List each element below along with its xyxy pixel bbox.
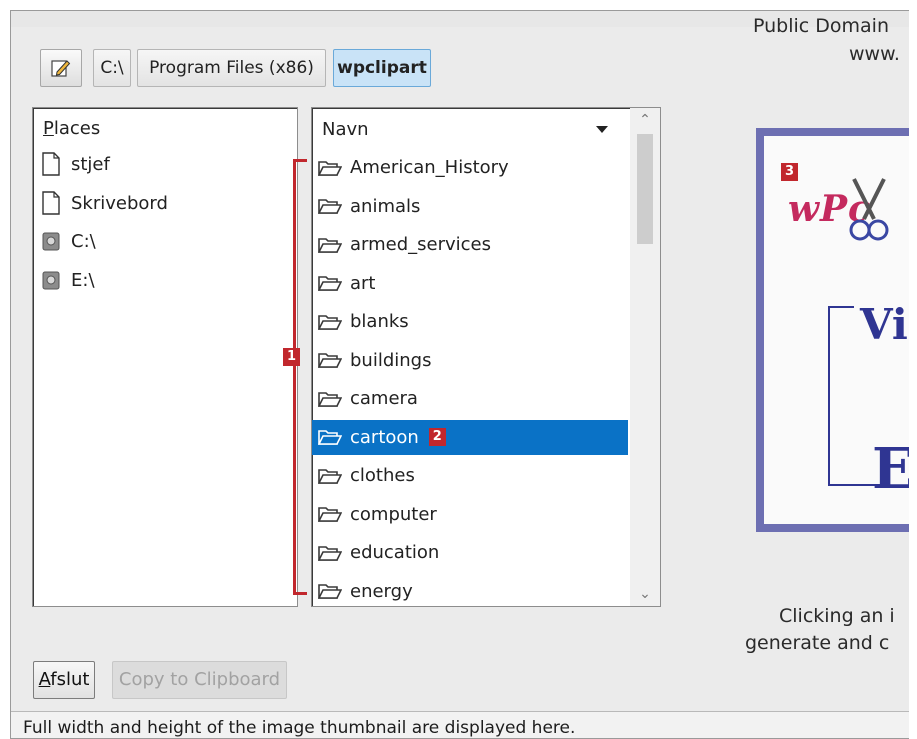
folder-label: clothes <box>350 465 415 486</box>
thumbnail-text-e: E <box>872 436 909 502</box>
folder-icon <box>318 584 342 599</box>
folder-label: camera <box>350 388 418 409</box>
folder-label: computer <box>350 503 437 525</box>
folder-label: cartoon <box>350 426 419 448</box>
folder-label: armed_services <box>350 234 492 255</box>
scroll-down-icon[interactable]: ⌄ <box>630 582 660 606</box>
thumbnail-line <box>828 306 854 308</box>
folder-label: education <box>350 542 440 563</box>
breadcrumb-wpclipart[interactable]: wpclipart <box>333 49 431 87</box>
annotation-badge-2: 2 <box>428 428 446 446</box>
annotation-bracket <box>293 159 307 595</box>
folder-icon <box>318 430 342 445</box>
preview-hint-line1: Clicking an i <box>779 605 895 627</box>
folder-icon <box>318 276 342 291</box>
document-icon <box>41 152 61 176</box>
breadcrumb-program-files[interactable]: Program Files (x86) <box>137 49 326 87</box>
status-text: Full width and height of the image thumb… <box>23 718 576 738</box>
folder-icon <box>318 545 342 561</box>
place-item-skrivebord[interactable]: Skrivebord <box>41 188 168 218</box>
preview-caption-line2: www. <box>849 43 900 65</box>
annotation-badge-1: 1 <box>283 348 300 366</box>
folder-row[interactable]: cartoon 2 <box>312 419 628 455</box>
thumbnail-text-vi: Vi <box>860 300 908 349</box>
folder-row[interactable]: American_History <box>312 150 628 185</box>
places-panel: Places stjef Skrivebord C:\ E:\ <box>32 107 298 607</box>
folder-row[interactable]: blanks <box>312 304 628 339</box>
pencil-edit-icon <box>51 60 71 77</box>
folder-icon <box>318 353 342 368</box>
folder-row[interactable]: buildings <box>312 343 628 378</box>
folder-row[interactable]: animals <box>312 189 628 224</box>
folder-icon <box>318 391 342 407</box>
place-item-c-drive[interactable]: C:\ <box>41 226 96 256</box>
folder-icon <box>318 507 342 522</box>
folder-label: art <box>350 272 376 294</box>
folder-label: animals <box>350 195 421 217</box>
folder-row[interactable]: armed_services <box>312 227 628 262</box>
sort-dropdown-icon[interactable] <box>596 126 608 133</box>
edit-path-button[interactable] <box>40 49 82 87</box>
app-window: C:\ Program Files (x86) wpclipart Places… <box>10 10 910 739</box>
scroll-up-icon[interactable]: ⌃ <box>630 108 660 132</box>
folder-row[interactable]: clothes <box>312 458 628 493</box>
scroll-thumb[interactable] <box>637 134 653 244</box>
folder-label: energy <box>350 580 413 602</box>
status-bar: Full width and height of the image thumb… <box>11 711 909 738</box>
folder-list-panel: Navn American_Historyanimals armed_servic… <box>311 107 661 607</box>
folder-label: American_History <box>350 157 509 178</box>
place-item-e-drive[interactable]: E:\ <box>41 265 95 295</box>
thumbnail-line <box>828 306 830 486</box>
folder-row[interactable]: camera <box>312 381 628 416</box>
drive-icon <box>41 229 61 253</box>
folder-row[interactable]: energy <box>312 574 628 607</box>
folder-icon <box>318 314 342 330</box>
column-header-label: Navn <box>322 119 369 140</box>
folder-row[interactable]: education <box>312 535 628 570</box>
copy-to-clipboard-button[interactable]: Copy to Clipboard <box>112 661 287 699</box>
quit-button[interactable]: Afslut <box>33 661 95 699</box>
folder-row[interactable]: art <box>312 266 628 301</box>
drive-icon <box>41 268 61 292</box>
places-header[interactable]: Places <box>43 118 100 139</box>
folder-label: blanks <box>350 311 409 332</box>
folder-row[interactable]: computer <box>312 497 628 532</box>
preview-hint-line2: generate and c <box>745 632 890 654</box>
folder-icon <box>318 468 342 484</box>
page-edge <box>909 0 917 739</box>
folder-icon <box>318 237 342 253</box>
place-label: Skrivebord <box>71 192 168 214</box>
vertical-scrollbar[interactable]: ⌃ ⌄ <box>630 108 660 606</box>
breadcrumb-drive[interactable]: C:\ <box>93 49 131 87</box>
place-label: stjef <box>71 153 110 175</box>
image-thumbnail[interactable]: 3 wPc Vi E <box>756 128 909 532</box>
place-label: E:\ <box>71 269 95 291</box>
preview-caption-line1: Public Domain <box>753 15 889 37</box>
path-bar: C:\ Program Files (x86) wpclipart <box>31 41 671 93</box>
document-icon <box>41 191 61 215</box>
folder-label: buildings <box>350 349 432 371</box>
place-item-stjef[interactable]: stjef <box>41 149 110 179</box>
column-header-name[interactable]: Navn <box>312 108 628 148</box>
annotation-badge-3: 3 <box>781 163 798 181</box>
scissors-icon <box>849 178 889 241</box>
place-label: C:\ <box>71 230 96 252</box>
folder-icon <box>318 199 342 214</box>
folder-icon <box>318 160 342 176</box>
